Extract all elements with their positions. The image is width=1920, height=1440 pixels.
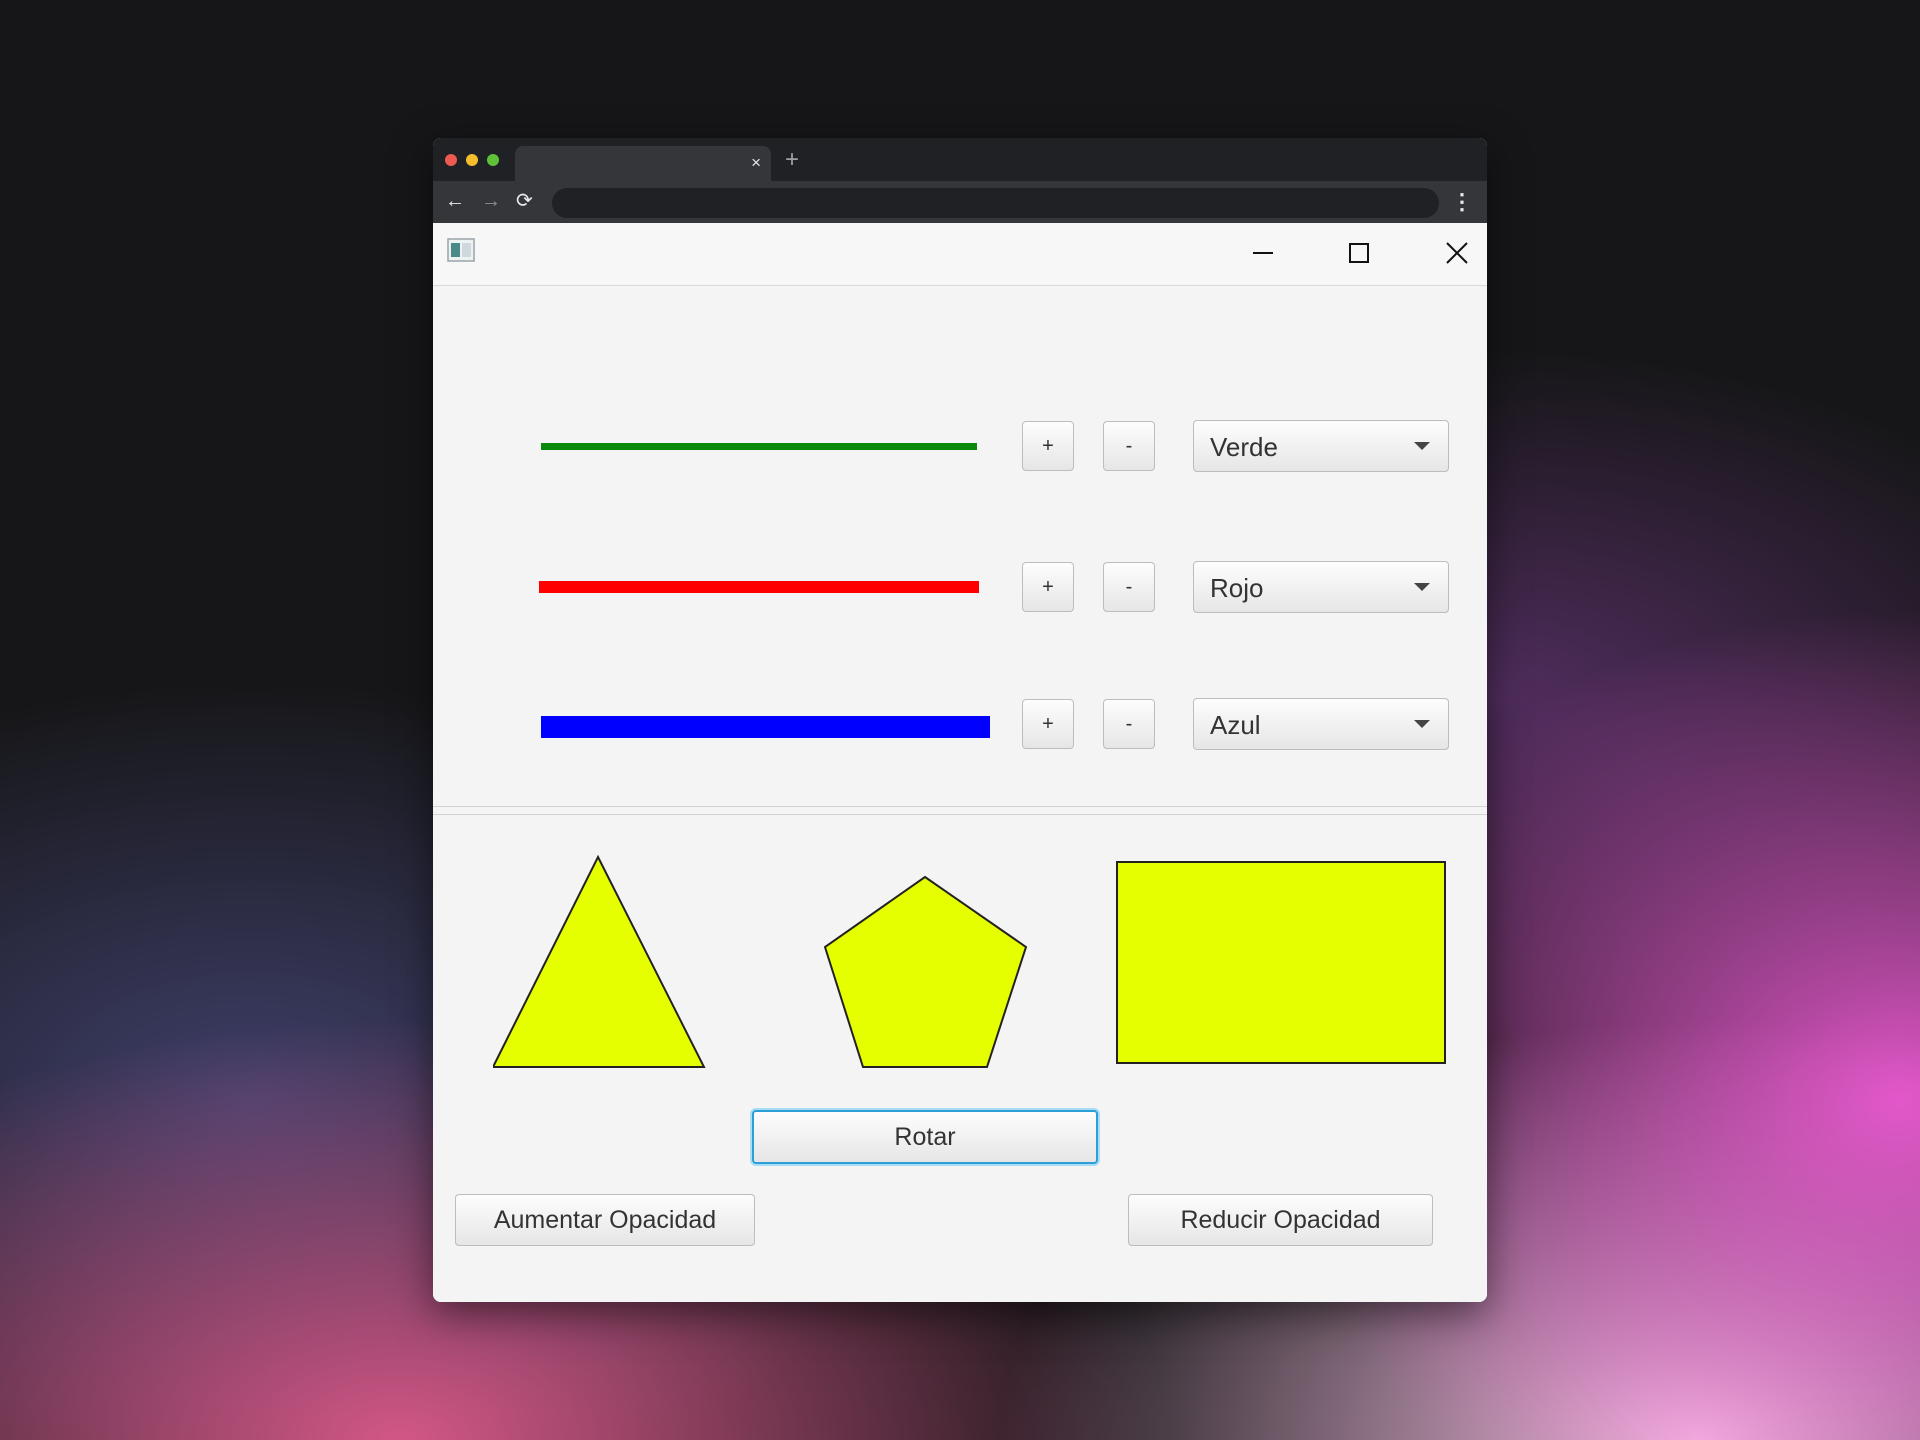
lines-panel: + - Verde + - Rojo + - Azul: [433, 286, 1487, 806]
tab-bar: × +: [433, 138, 1487, 181]
minimize-window-dot[interactable]: [466, 154, 478, 166]
close-icon[interactable]: [1437, 233, 1477, 273]
green-line: [541, 443, 977, 450]
blue-line-plus-button[interactable]: +: [1022, 699, 1074, 749]
combo-value: Azul: [1210, 710, 1261, 740]
address-bar[interactable]: [552, 188, 1439, 218]
maximize-icon[interactable]: [1339, 233, 1379, 273]
shapes-panel: Rotar Aumentar Opacidad Reducir Opacidad: [433, 815, 1487, 1302]
new-tab-icon[interactable]: +: [785, 147, 799, 173]
green-line-plus-button[interactable]: +: [1022, 421, 1074, 471]
tab-close-icon[interactable]: ×: [751, 153, 761, 173]
reload-icon[interactable]: ⟳: [516, 188, 533, 214]
red-line-minus-button[interactable]: -: [1103, 562, 1155, 612]
pentagon-shape: [823, 875, 1028, 1068]
increase-opacity-button[interactable]: Aumentar Opacidad: [455, 1194, 755, 1246]
back-arrow-icon[interactable]: ←: [445, 188, 465, 214]
app-window: + - Verde + - Rojo + - Azul Rotar Aument…: [433, 223, 1487, 1302]
combo-value: Verde: [1210, 432, 1278, 462]
red-line-color-select[interactable]: Rojo: [1193, 561, 1449, 613]
close-window-dot[interactable]: [445, 154, 457, 166]
red-line-plus-button[interactable]: +: [1022, 562, 1074, 612]
green-line-minus-button[interactable]: -: [1103, 421, 1155, 471]
browser-tab[interactable]: ×: [515, 146, 771, 181]
red-line: [539, 581, 979, 593]
triangle-shape: [493, 855, 706, 1068]
green-line-color-select[interactable]: Verde: [1193, 420, 1449, 472]
blue-line-color-select[interactable]: Azul: [1193, 698, 1449, 750]
chevron-down-icon: [1414, 442, 1430, 450]
chevron-down-icon: [1414, 583, 1430, 591]
decrease-opacity-button[interactable]: Reducir Opacidad: [1128, 1194, 1433, 1246]
chevron-down-icon: [1414, 720, 1430, 728]
rotate-button[interactable]: Rotar: [752, 1110, 1098, 1164]
split-pane-divider[interactable]: [433, 806, 1487, 815]
blue-line-minus-button[interactable]: -: [1103, 699, 1155, 749]
combo-value: Rojo: [1210, 573, 1264, 603]
blue-line: [541, 716, 990, 738]
app-title-bar: [433, 223, 1487, 286]
browser-window: × + ← → ⟳ ⋮ + - Verde + - Rojo + - Azul …: [433, 138, 1487, 1302]
forward-arrow-icon[interactable]: →: [481, 188, 501, 214]
zoom-window-dot[interactable]: [487, 154, 499, 166]
app-window-icon: [447, 238, 475, 262]
navigation-bar: ← → ⟳ ⋮: [433, 181, 1487, 223]
rectangle-shape: [1116, 861, 1446, 1064]
minimize-icon[interactable]: [1243, 233, 1283, 273]
browser-menu-icon[interactable]: ⋮: [1451, 189, 1473, 215]
